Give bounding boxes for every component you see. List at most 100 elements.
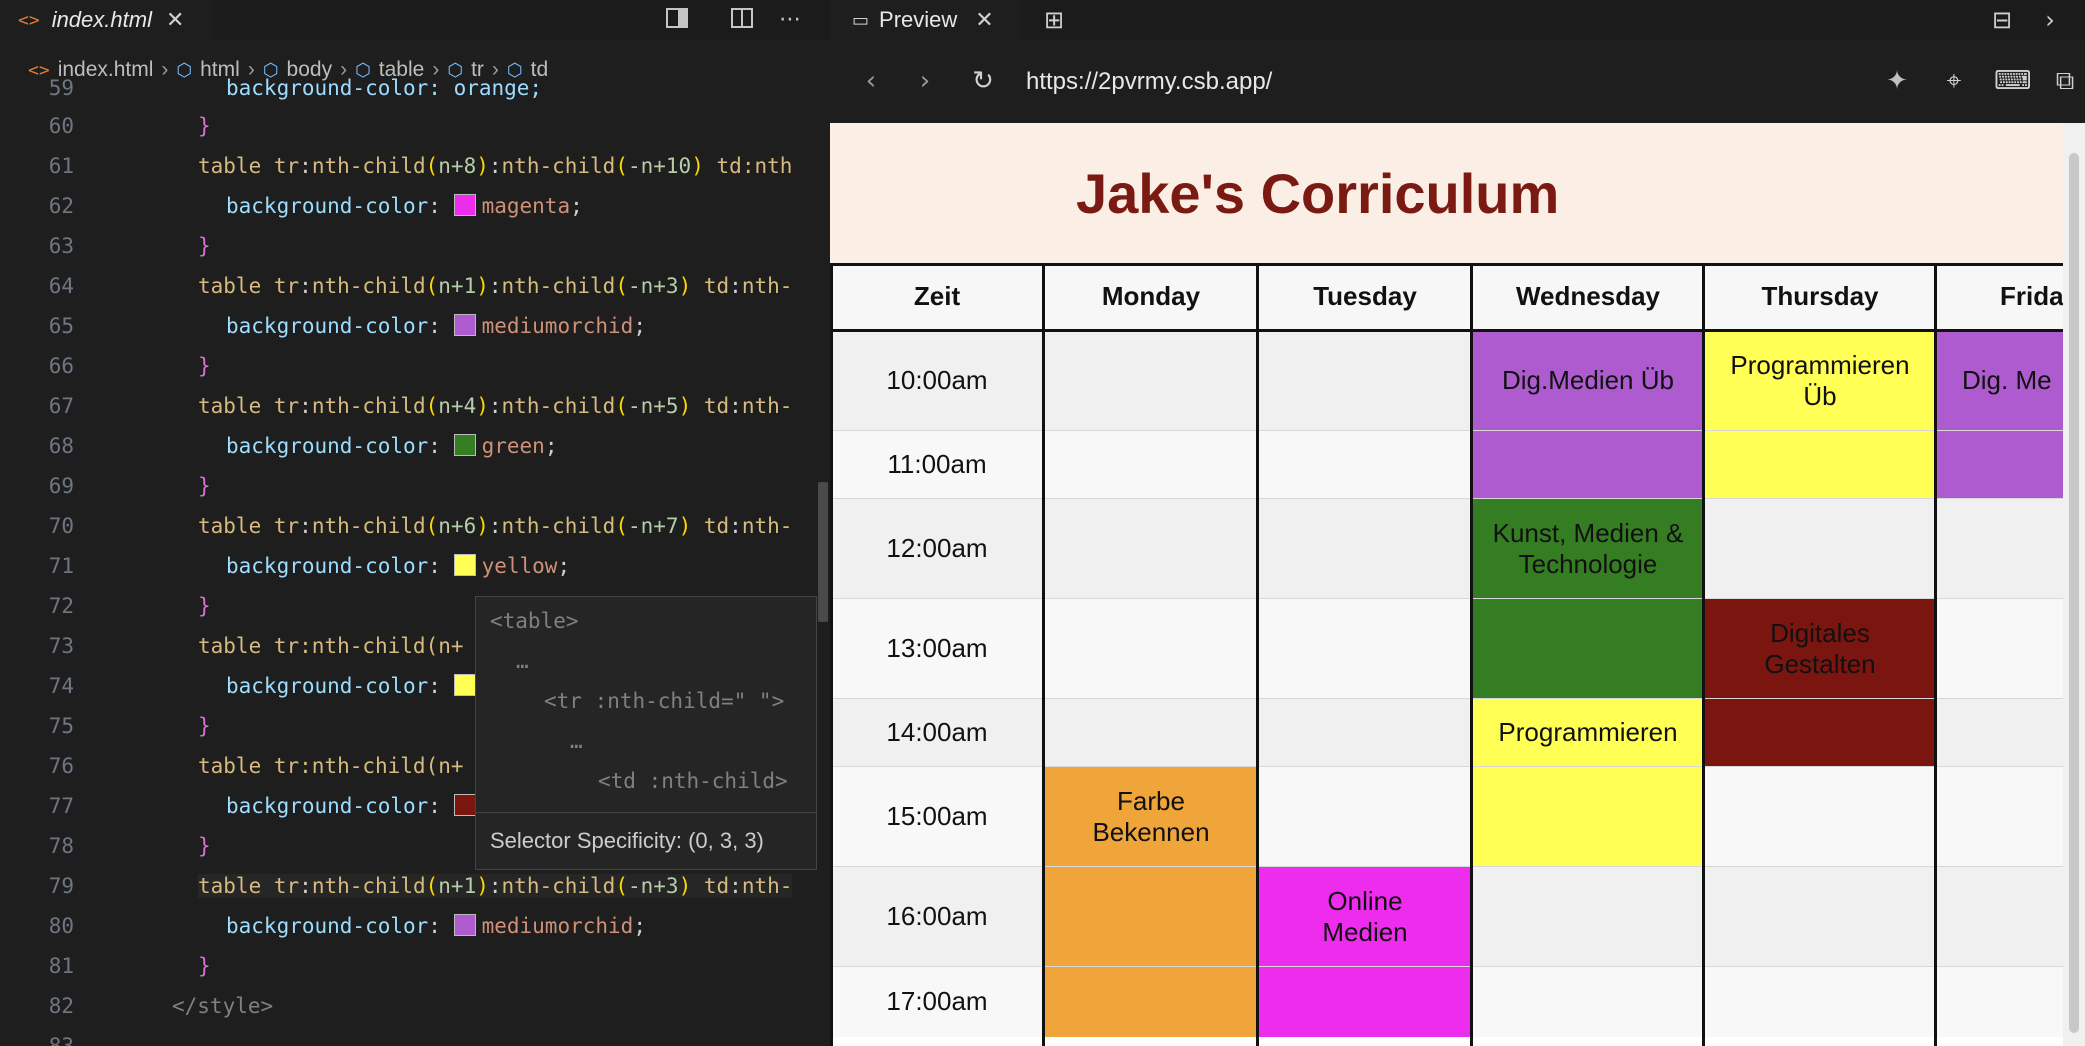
code-line-69: } bbox=[198, 474, 211, 498]
chevron-right-icon[interactable]: › bbox=[2034, 4, 2066, 36]
header-label: Monday bbox=[1101, 281, 1201, 312]
preview-panel: ▭ Preview ✕ ⊞ ⊟ › ‹ › ↻ https://2pvrmy.c… bbox=[830, 0, 2085, 1046]
event-label: Online Medien bbox=[1322, 885, 1408, 947]
row-divider bbox=[830, 866, 2063, 867]
color-swatch[interactable] bbox=[453, 434, 476, 456]
line-number: 68 bbox=[48, 434, 74, 458]
event-mon-17[interactable] bbox=[1044, 967, 1258, 1037]
code-token: td bbox=[716, 154, 742, 178]
code-line-63: } bbox=[198, 234, 211, 258]
new-tab-icon[interactable]: ⊞ bbox=[1038, 4, 1070, 36]
specificity-text: Selector Specificity: (0, 3, 3) bbox=[490, 828, 764, 853]
preview-viewport[interactable]: Jake's Corriculum Dig.Medien Üb Programm… bbox=[830, 123, 2063, 1046]
code-line-71: background-color: yellow; bbox=[226, 554, 571, 578]
browser-window-icon: ▭ bbox=[852, 9, 870, 30]
time-cell: 15:00am bbox=[830, 767, 1044, 867]
event-thu-13[interactable]: Digitales Gestalten bbox=[1704, 599, 1936, 699]
close-tab-icon[interactable]: ✕ bbox=[166, 8, 184, 33]
code-line-67: table tr:nth-child(n+4):nth-child(-n+5) … bbox=[198, 394, 793, 418]
code-token: table tr:nth-child(n+ bbox=[198, 634, 464, 658]
header-label: Zeit bbox=[913, 281, 961, 312]
event-wed-10[interactable]: Dig.Medien Üb bbox=[1472, 331, 1704, 431]
event-fri-11[interactable] bbox=[1936, 431, 2063, 499]
code-token: n+1 bbox=[438, 874, 477, 898]
back-icon[interactable]: ‹ bbox=[854, 64, 888, 98]
line-number: 66 bbox=[48, 354, 74, 378]
line-number: 81 bbox=[48, 954, 74, 978]
color-swatch[interactable] bbox=[453, 674, 476, 696]
table-border bbox=[830, 329, 2063, 332]
code-editor[interactable]: <> index.html ✕ ⋯ <> index.html › ⬡ html ›… bbox=[0, 0, 830, 1046]
toggle-sidebar-icon[interactable] bbox=[663, 6, 691, 34]
color-swatch[interactable] bbox=[453, 914, 476, 936]
color-swatch[interactable] bbox=[453, 314, 476, 336]
code-token: :nth bbox=[741, 154, 793, 178]
code-line-66: } bbox=[198, 354, 211, 378]
close-tab-icon[interactable]: ✕ bbox=[975, 7, 993, 33]
code-token: tr bbox=[273, 154, 300, 178]
code-line-59: background-color: orange; bbox=[226, 76, 542, 100]
table-border bbox=[1470, 263, 1473, 1046]
scrollbar-thumb[interactable] bbox=[2069, 153, 2079, 1033]
line-number: 69 bbox=[48, 474, 74, 498]
event-wed-13[interactable] bbox=[1472, 599, 1704, 699]
code-area[interactable]: 59 60 61 62 63 64 65 66 67 68 69 70 71 7… bbox=[0, 76, 830, 1046]
selector-hover-tooltip: <table> … <tr :nth-child=" "> … <td :nth… bbox=[475, 596, 817, 870]
event-wed-15[interactable] bbox=[1472, 767, 1704, 867]
header-zeit: Zeit bbox=[830, 263, 1044, 331]
event-thu-10[interactable]: Programmieren Üb bbox=[1704, 331, 1936, 431]
color-swatch[interactable] bbox=[453, 194, 476, 216]
inspect-icon[interactable]: ⌖ bbox=[1937, 64, 1971, 98]
console-icon[interactable]: ⌨ bbox=[1994, 64, 2032, 98]
editor-scrollbar[interactable] bbox=[818, 482, 828, 622]
event-mon-16[interactable] bbox=[1044, 867, 1258, 967]
code-line-80: background-color: mediumorchid; bbox=[226, 914, 646, 938]
more-actions-icon[interactable]: ⋯ bbox=[776, 6, 804, 34]
tab-index-html[interactable]: <> index.html ✕ bbox=[0, 0, 212, 40]
event-wed-14[interactable]: Programmieren bbox=[1472, 699, 1704, 767]
event-mon-15[interactable]: Farbe Bekennen bbox=[1044, 767, 1258, 867]
page-title: Jake's Corriculum bbox=[1076, 162, 1560, 225]
split-panel-icon[interactable]: ⊟ bbox=[1986, 4, 2018, 36]
code-token: green bbox=[481, 434, 545, 458]
header-monday: Monday bbox=[1044, 263, 1258, 331]
event-fri-10[interactable]: Dig. Me bbox=[1936, 331, 2063, 431]
code-token: -n+7 bbox=[627, 514, 679, 538]
line-number: 83 bbox=[48, 1034, 74, 1046]
code-line-70: table tr:nth-child(n+6):nth-child(-n+7) … bbox=[198, 514, 793, 538]
header-wednesday: Wednesday bbox=[1472, 263, 1704, 331]
sparkle-icon[interactable]: ✦ bbox=[1880, 64, 1914, 98]
table-border bbox=[830, 263, 2063, 266]
code-line-74: background-color: bbox=[226, 674, 482, 698]
event-label: Dig.Medien Üb bbox=[1502, 365, 1674, 396]
preview-scrollbar[interactable] bbox=[2063, 123, 2085, 1046]
event-thu-14[interactable] bbox=[1704, 699, 1936, 767]
code-token: table bbox=[198, 154, 262, 178]
event-thu-11[interactable] bbox=[1704, 431, 1936, 499]
split-editor-icon[interactable] bbox=[728, 6, 756, 34]
cube-icon: ⬡ bbox=[176, 59, 193, 80]
time-label: 11:00am bbox=[887, 449, 987, 480]
event-label: Farbe Bekennen bbox=[1092, 785, 1210, 847]
line-number: 63 bbox=[48, 234, 74, 258]
table-border bbox=[1042, 263, 1045, 1046]
code-token: -n+3 bbox=[627, 274, 679, 298]
event-wed-11[interactable] bbox=[1472, 431, 1704, 499]
url-field[interactable]: https://2pvrmy.csb.app/ bbox=[1026, 68, 1272, 96]
code-line-76: table tr:nth-child(n+ bbox=[198, 754, 464, 778]
event-tue-16[interactable]: Online Medien bbox=[1258, 867, 1472, 967]
row-divider bbox=[830, 698, 2063, 699]
reload-icon[interactable]: ↻ bbox=[966, 64, 1000, 98]
tooltip-line: <tr :nth-child=" "> bbox=[544, 689, 785, 713]
tab-preview[interactable]: ▭ Preview ✕ bbox=[830, 0, 1020, 40]
header-label: Tuesday bbox=[1313, 281, 1417, 312]
color-swatch[interactable] bbox=[453, 794, 476, 816]
line-number: 62 bbox=[48, 194, 74, 218]
event-wed-12[interactable]: Kunst, Medien & Technologie bbox=[1472, 499, 1704, 599]
line-number: 72 bbox=[48, 594, 74, 618]
event-label: Digitales Gestalten bbox=[1764, 617, 1876, 679]
forward-icon[interactable]: › bbox=[908, 64, 942, 98]
open-external-icon[interactable]: ⧉ bbox=[2048, 64, 2082, 98]
event-tue-17[interactable] bbox=[1258, 967, 1472, 1037]
color-swatch[interactable] bbox=[453, 554, 476, 576]
